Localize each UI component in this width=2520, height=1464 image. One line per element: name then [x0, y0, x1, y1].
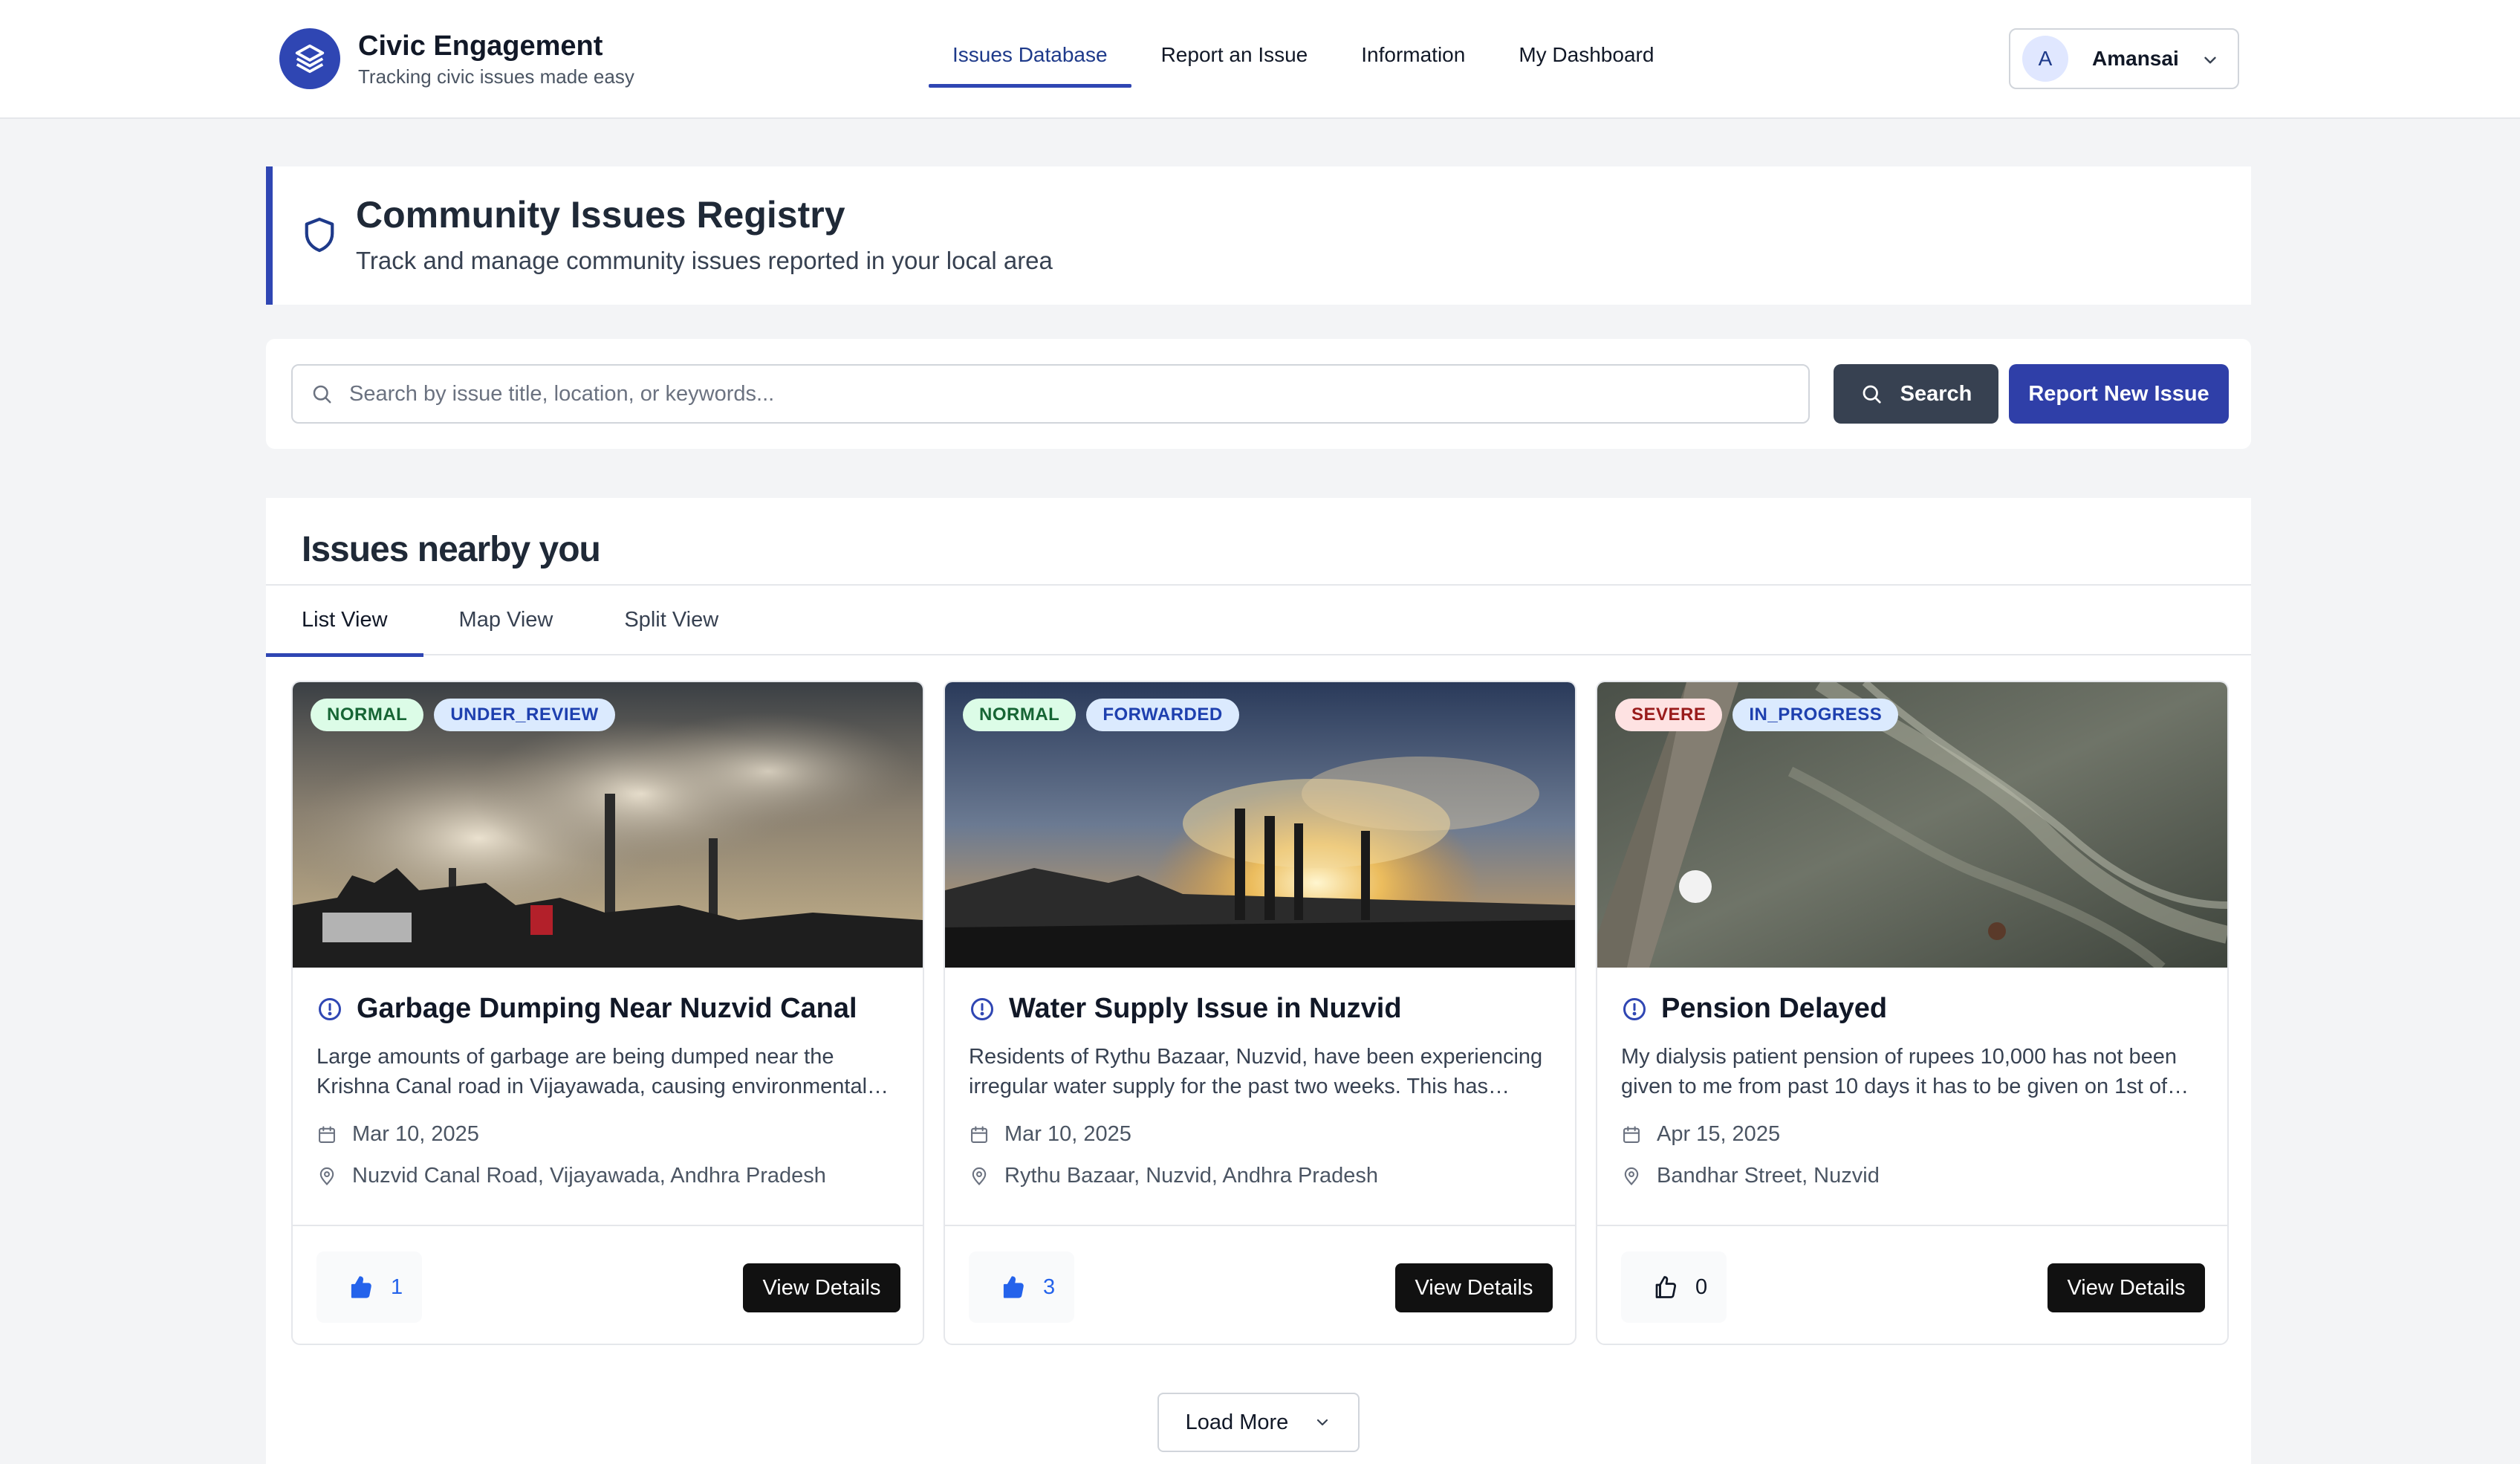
search-input[interactable] — [349, 381, 1761, 407]
map-pin-icon — [972, 1167, 987, 1185]
view-details-button[interactable]: View Details — [2048, 1263, 2205, 1312]
map-pin-icon — [1624, 1167, 1639, 1185]
issue-date: Apr 15, 2025 — [1657, 1122, 1781, 1146]
issue-description: Large amounts of garbage are being dumpe… — [316, 1045, 889, 1098]
map-pin-icon — [319, 1167, 334, 1185]
issue-card[interactable]: NORMAL FORWARDED Water Supply Issue in N… — [944, 681, 1576, 1345]
issue-description: My dialysis patient pension of rupees 10… — [1621, 1045, 2189, 1098]
avatar: A — [2022, 36, 2068, 82]
app-subtitle: Tracking civic issues made easy — [358, 65, 634, 88]
nav-report-issue[interactable]: Report an Issue — [1137, 0, 1332, 88]
status-badge: UNDER_REVIEW — [434, 699, 615, 731]
issue-card[interactable]: NORMAL UNDER_REVIEW Garbage Dumping Near… — [291, 681, 924, 1345]
severity-badge: NORMAL — [311, 699, 424, 731]
issue-title[interactable]: Pension Delayed — [1661, 993, 1887, 1025]
upvote-button[interactable]: 3 — [969, 1251, 1074, 1323]
search-field[interactable] — [291, 364, 1810, 424]
upvote-count: 0 — [1695, 1274, 1708, 1299]
issue-location: Rythu Bazaar, Nuzvid, Andhra Pradesh — [1004, 1164, 1378, 1188]
registry-banner: Community Issues Registry Track and mana… — [266, 166, 2251, 305]
issue-location: Bandhar Street, Nuzvid — [1657, 1164, 1880, 1188]
nav-information[interactable]: Information — [1337, 0, 1489, 88]
issue-title[interactable]: Water Supply Issue in Nuzvid — [1009, 993, 1402, 1025]
top-header: Civic Engagement Tracking civic issues m… — [0, 0, 2520, 119]
card-footer: 3 View Details — [945, 1225, 1575, 1344]
issue-card[interactable]: SEVERE IN_PROGRESS Pension Delayed My di… — [1596, 681, 2229, 1345]
alert-circle-icon — [1623, 997, 1646, 1020]
tab-map-view[interactable]: Map View — [423, 586, 589, 655]
calendar-icon — [319, 1125, 335, 1143]
issue-description: Residents of Rythu Bazaar, Nuzvid, have … — [969, 1045, 1543, 1098]
load-more-label: Load More — [1185, 1410, 1289, 1434]
search-button[interactable]: Search — [1834, 364, 1998, 424]
upvote-button[interactable]: 0 — [1621, 1251, 1727, 1323]
search-icon — [313, 385, 331, 404]
nav-my-dashboard[interactable]: My Dashboard — [1495, 0, 1678, 88]
issues-section: Issues nearby you List View Map View Spl… — [266, 498, 2251, 1464]
issue-date: Mar 10, 2025 — [1004, 1122, 1131, 1146]
user-menu[interactable]: A Amansai — [2009, 28, 2239, 89]
status-badge: FORWARDED — [1086, 699, 1239, 731]
issue-title[interactable]: Garbage Dumping Near Nuzvid Canal — [357, 993, 857, 1025]
alert-circle-icon — [971, 997, 993, 1020]
thumbs-up-icon — [1655, 1276, 1677, 1298]
card-footer: 1 View Details — [293, 1225, 923, 1344]
main-nav: Issues Database Report an Issue Informat… — [929, 0, 1683, 119]
upvote-button[interactable]: 1 — [316, 1251, 422, 1323]
thumbs-up-icon — [351, 1276, 371, 1298]
severity-badge: NORMAL — [963, 699, 1076, 731]
section-heading: Issues nearby you — [302, 530, 601, 569]
user-name: Amansai — [2092, 47, 2179, 70]
calendar-icon — [971, 1125, 987, 1143]
status-badge: IN_PROGRESS — [1732, 699, 1899, 731]
view-details-button[interactable]: View Details — [1395, 1263, 1553, 1312]
issue-location: Nuzvid Canal Road, Vijayawada, Andhra Pr… — [352, 1164, 826, 1188]
alert-circle-icon — [319, 997, 341, 1020]
layers-logo-icon — [279, 28, 340, 89]
search-bar: Search Report New Issue — [266, 339, 2251, 449]
upvote-count: 3 — [1043, 1274, 1056, 1299]
thumbs-up-icon — [1003, 1276, 1024, 1298]
severity-badge: SEVERE — [1615, 699, 1723, 731]
tab-list-view[interactable]: List View — [266, 586, 423, 657]
brand[interactable]: Civic Engagement Tracking civic issues m… — [279, 28, 634, 89]
issue-date: Mar 10, 2025 — [352, 1122, 479, 1146]
app-title: Civic Engagement — [358, 30, 603, 62]
issue-card-list: NORMAL UNDER_REVIEW Garbage Dumping Near… — [291, 681, 2248, 1345]
page-title: Community Issues Registry — [356, 194, 845, 236]
chevron-down-icon — [1317, 1419, 1328, 1426]
upvote-count: 1 — [391, 1274, 403, 1299]
search-icon — [1863, 385, 1881, 404]
page-subtitle: Track and manage community issues report… — [356, 247, 1053, 274]
shield-icon — [305, 217, 334, 253]
calendar-icon — [1623, 1125, 1640, 1143]
chevron-down-icon — [2204, 56, 2216, 64]
report-new-issue-button[interactable]: Report New Issue — [2009, 364, 2229, 424]
nav-issues-database[interactable]: Issues Database — [929, 0, 1131, 88]
tab-split-view[interactable]: Split View — [588, 586, 754, 655]
search-button-label: Search — [1900, 381, 1972, 406]
view-details-button[interactable]: View Details — [743, 1263, 900, 1312]
load-more-button[interactable]: Load More — [1157, 1393, 1360, 1452]
view-tabs: List View Map View Split View — [266, 584, 2251, 657]
card-footer: 0 View Details — [1597, 1225, 2227, 1344]
